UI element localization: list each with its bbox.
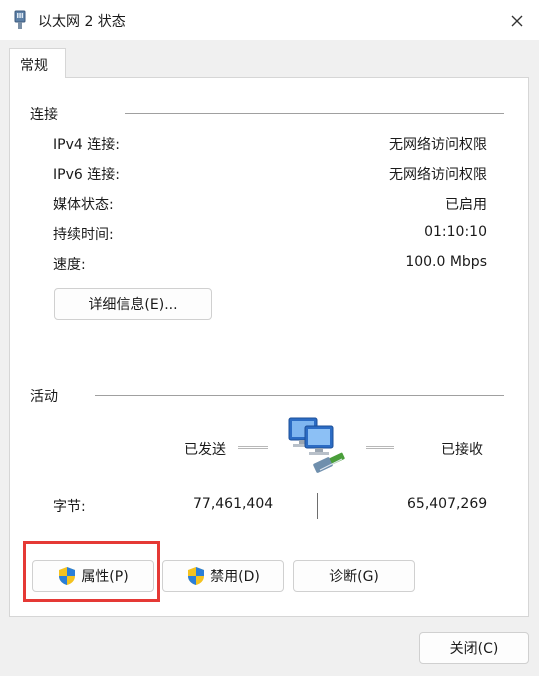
properties-button-label: 属性(P) [81, 569, 129, 585]
window-title: 以太网 2 状态 [38, 14, 126, 30]
bytes-label: 字节: [53, 499, 86, 515]
tab-general[interactable]: 常规 [9, 48, 66, 78]
duration-label: 持续时间: [53, 227, 114, 243]
disable-button[interactable]: 禁用(D) [162, 560, 284, 592]
diagnose-button[interactable]: 诊断(G) [293, 560, 415, 592]
ipv4-value: 无网络访问权限 [389, 137, 487, 153]
uac-shield-icon [188, 567, 205, 585]
sent-line [238, 446, 268, 449]
speed-value: 100.0 Mbps [405, 254, 487, 270]
media-state-value: 已启用 [445, 197, 487, 213]
properties-button[interactable]: 属性(P) [32, 560, 154, 592]
sent-label: 已发送 [184, 442, 226, 458]
uac-shield-icon [59, 567, 76, 585]
speed-label: 速度: [53, 257, 86, 273]
general-tab-panel [9, 77, 529, 617]
bytes-sent-value: 77,461,404 [193, 496, 274, 512]
close-icon[interactable] [506, 10, 528, 32]
ipv6-label: IPv6 连接: [53, 167, 120, 183]
ipv6-value: 无网络访问权限 [389, 167, 487, 183]
diagnose-button-label: 诊断(G) [329, 569, 379, 585]
ipv4-label: IPv4 连接: [53, 137, 120, 153]
details-button[interactable]: 详细信息(E)... [54, 288, 212, 320]
disable-button-label: 禁用(D) [210, 569, 260, 585]
connection-section-label: 连接 [30, 107, 58, 123]
activity-separator [95, 395, 504, 396]
connection-separator [125, 113, 504, 114]
bytes-received-value: 65,407,269 [407, 496, 488, 512]
title-bar: 以太网 2 状态 [0, 0, 539, 40]
media-state-label: 媒体状态: [53, 197, 114, 213]
ethernet-icon [14, 10, 26, 29]
bytes-divider [317, 493, 318, 519]
received-label: 已接收 [441, 442, 483, 458]
close-button[interactable]: 关闭(C) [419, 632, 529, 664]
network-computers-icon [288, 417, 345, 473]
duration-value: 01:10:10 [424, 224, 487, 240]
details-button-label: 详细信息(E)... [88, 297, 178, 313]
received-line [366, 446, 394, 449]
close-button-label: 关闭(C) [449, 641, 499, 657]
activity-section-label: 活动 [30, 389, 58, 405]
